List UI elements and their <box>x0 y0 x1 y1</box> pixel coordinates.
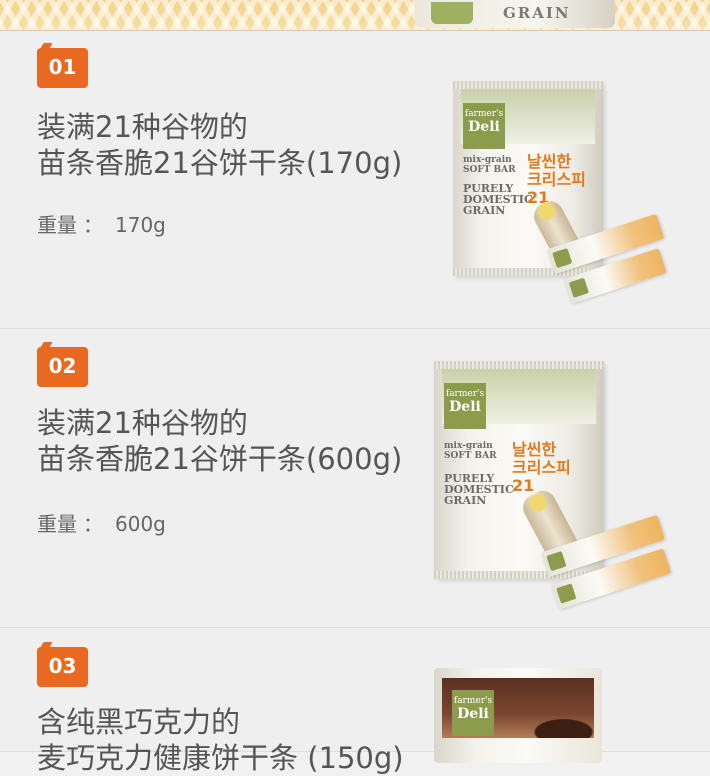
weight-separator: ： <box>83 213 103 237</box>
package-tagline: mix-grain SOFT BAR <box>444 441 497 461</box>
product-weight: 重量： 170g <box>37 209 166 238</box>
tagline-1: mix-grain <box>463 155 512 165</box>
korean-line-1: 날씬한 <box>527 152 572 171</box>
headline-3: GRAIN <box>463 204 506 217</box>
tagline-2: SOFT BAR <box>463 165 516 175</box>
package-korean-name: 날씬한 크리스피 21 <box>527 153 586 207</box>
product-title-line-2: 苗条香脆21谷饼干条(600g) <box>37 442 403 476</box>
product-card-3[interactable]: 03 含纯黑巧克力的 麦巧克力健康饼干条 (150g) farmer's Del… <box>0 628 710 775</box>
product-index-badge: 01 <box>37 48 88 88</box>
product-image[interactable]: farmer's Deli mix-grain SOFT BAR PURELY … <box>434 361 679 619</box>
banner-package-text: GRAIN <box>503 4 571 22</box>
brand-small-text: farmer's <box>464 109 504 119</box>
top-banner-strip: GRAIN <box>0 0 710 31</box>
package-headline: PURELY DOMESTIC GRAIN <box>444 473 514 506</box>
brand-big-text: Deli <box>457 706 489 722</box>
brand-big-text: Deli <box>468 119 500 135</box>
product-title-line-2: 苗条香脆21谷饼干条(170g) <box>37 146 403 180</box>
product-index-badge: 02 <box>37 347 88 387</box>
brand-logo: farmer's Deli <box>463 103 505 149</box>
korean-line-2: 크리스피 <box>512 458 571 477</box>
brand-small-text: farmer's <box>453 696 493 706</box>
product-card-2[interactable]: 02 装满21种谷物的 苗条香脆21谷饼干条(600g) 重量： 600g far… <box>0 329 710 628</box>
weight-value: 600g <box>115 512 166 536</box>
brand-logo: farmer's Deli <box>452 690 494 736</box>
brand-logo: farmer's Deli <box>444 383 486 429</box>
product-weight: 重量： 600g <box>37 508 166 537</box>
product-image[interactable]: farmer's Deli mix-grain SOFT BAR PURELY … <box>453 81 673 306</box>
product-image[interactable]: farmer's Deli <box>434 668 604 763</box>
product-title-line-1: 装满21种谷物的 <box>37 110 248 144</box>
product-card-1[interactable]: 01 装满21种谷物的 苗条香脆21谷饼干条(170g) 重量： 170g far… <box>0 31 710 329</box>
korean-line-1: 날씬한 <box>512 440 557 459</box>
product-title-line-2: 麦巧克力健康饼干条 (150g) <box>37 741 404 775</box>
product-bag: farmer's Deli <box>434 668 602 763</box>
package-headline: PURELY DOMESTIC GRAIN <box>463 183 533 216</box>
brand-small-text: farmer's <box>445 389 485 399</box>
product-title: 含纯黑巧克力的 麦巧克力健康饼干条 (150g) <box>37 704 404 776</box>
brand-big-text: Deli <box>449 399 481 415</box>
product-index-badge: 03 <box>37 647 88 687</box>
product-title: 装满21种谷物的 苗条香脆21谷饼干条(600g) <box>37 405 402 477</box>
korean-line-2: 크리스피 <box>527 170 586 189</box>
tagline-1: mix-grain <box>444 441 493 451</box>
product-title: 装满21种谷物的 苗条香脆21谷饼干条(170g) <box>37 109 402 181</box>
package-korean-name: 날씬한 크리스피 21 <box>512 441 571 495</box>
banner-leaf-logo <box>431 2 473 24</box>
product-index-number: 03 <box>48 654 77 678</box>
product-index-number: 01 <box>48 55 77 79</box>
weight-value: 170g <box>115 213 166 237</box>
banner-product-image: GRAIN <box>415 0 615 28</box>
package-tagline: mix-grain SOFT BAR <box>463 155 516 175</box>
weight-label: 重量 <box>37 512 77 536</box>
product-title-line-1: 装满21种谷物的 <box>37 406 248 440</box>
weight-label: 重量 <box>37 213 77 237</box>
weight-separator: ： <box>83 512 103 536</box>
product-title-line-1: 含纯黑巧克力的 <box>37 705 241 739</box>
product-index-number: 02 <box>48 354 77 378</box>
tagline-2: SOFT BAR <box>444 451 497 461</box>
headline-3: GRAIN <box>444 494 487 507</box>
